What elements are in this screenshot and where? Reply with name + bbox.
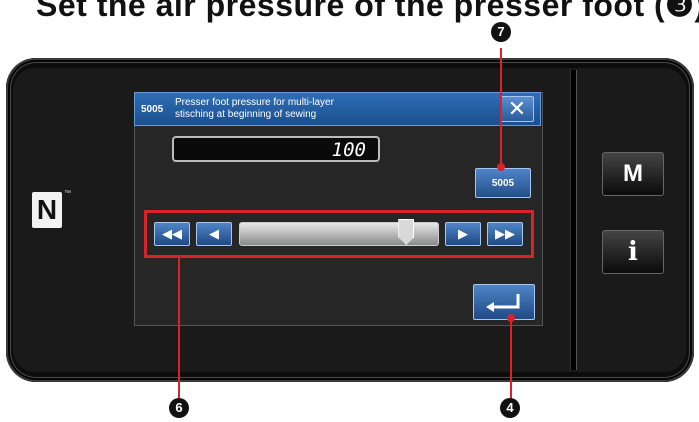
enter-button[interactable] bbox=[473, 284, 535, 320]
nfc-trademark: ™ bbox=[64, 190, 71, 197]
fast-back-button[interactable]: ◀◀ bbox=[154, 222, 190, 246]
value-text: 100 bbox=[331, 139, 366, 161]
slider-track[interactable] bbox=[239, 219, 439, 246]
callout-line-4 bbox=[510, 318, 512, 400]
callout-line-7 bbox=[500, 48, 502, 168]
close-button[interactable]: ✕ bbox=[500, 96, 534, 122]
callout-dot-4 bbox=[507, 314, 515, 322]
slider-thumb[interactable] bbox=[398, 219, 415, 245]
callout-badge-7: 7 bbox=[491, 22, 511, 42]
back-button[interactable]: ◀ bbox=[196, 222, 232, 246]
dialog-title: Presser foot pressure for multi-layer st… bbox=[175, 97, 495, 121]
dialog-title-line1: Presser foot pressure for multi-layer bbox=[175, 97, 334, 108]
code-button[interactable]: 5005 bbox=[475, 168, 531, 198]
dialog-titlebar: 5005 Presser foot pressure for multi-lay… bbox=[134, 92, 541, 126]
callout-badge-6: 6 bbox=[169, 398, 189, 418]
dialog-code: 5005 bbox=[141, 104, 164, 115]
forward-button[interactable]: ▶ bbox=[445, 222, 481, 246]
manual-heading: Set the air pressure of the presser foot… bbox=[36, 0, 699, 23]
info-button[interactable]: i bbox=[602, 230, 664, 274]
callout-line-6 bbox=[178, 258, 180, 398]
enter-icon bbox=[486, 294, 520, 312]
callout-badge-4: 4 bbox=[500, 398, 520, 418]
mode-button[interactable]: M bbox=[602, 152, 664, 196]
fast-forward-button[interactable]: ▶▶ bbox=[487, 222, 523, 246]
slider-row: ◀◀ ◀ ▶ ▶▶ bbox=[144, 210, 534, 258]
side-divider bbox=[571, 70, 576, 370]
value-display: 100 bbox=[172, 136, 380, 162]
callout-dot-7 bbox=[497, 163, 505, 171]
dialog-title-line2: stisching at beginning of sewing bbox=[175, 109, 317, 120]
nfc-icon: N bbox=[32, 192, 62, 228]
